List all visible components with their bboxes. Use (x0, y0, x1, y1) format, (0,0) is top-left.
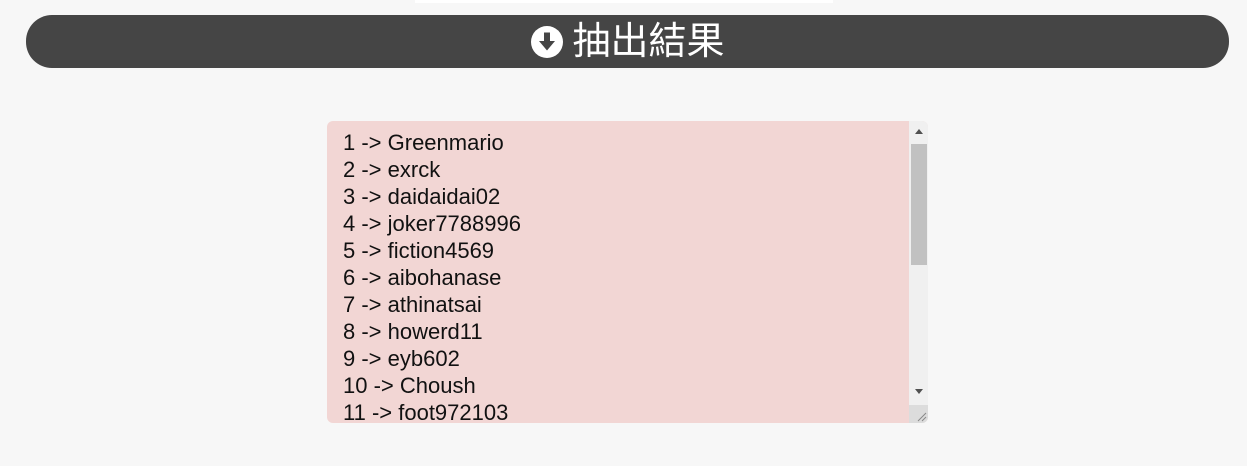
header-title: 抽出結果 (572, 19, 725, 63)
result-line: 3 -> daidaidai02 (343, 184, 501, 209)
result-line: 6 -> aibohanase (343, 265, 502, 290)
scroll-down-button[interactable] (909, 381, 928, 401)
result-line: 5 -> fiction4569 (343, 238, 495, 263)
circle-arrow-down-icon (530, 25, 564, 59)
result-textarea[interactable]: 1 -> Greenmario 2 -> exrck 3 -> daidaida… (327, 121, 928, 423)
scroll-up-button[interactable] (909, 121, 928, 141)
result-list: 1 -> Greenmario 2 -> exrck 3 -> daidaida… (343, 129, 903, 423)
scroll-up-arrow-icon (914, 128, 923, 134)
result-line: 8 -> howerd11 (343, 319, 483, 344)
result-line: 7 -> athinatsai (343, 292, 482, 317)
scroll-thumb[interactable] (911, 144, 927, 265)
resize-handle[interactable] (909, 405, 928, 423)
result-line: 11 -> foot972103 (343, 400, 509, 423)
result-line: 9 -> eyb602 (343, 346, 460, 371)
top-tab-strip (415, 0, 833, 3)
result-header-bar: 抽出結果 (26, 15, 1229, 68)
result-line: 10 -> Choush (343, 373, 476, 398)
scroll-down-arrow-icon (914, 388, 923, 394)
result-line: 2 -> exrck (343, 157, 441, 182)
resize-grip-icon (917, 412, 927, 422)
result-line: 4 -> joker7788996 (343, 211, 521, 236)
result-line: 1 -> Greenmario (343, 130, 504, 155)
vertical-scrollbar[interactable] (909, 121, 928, 423)
